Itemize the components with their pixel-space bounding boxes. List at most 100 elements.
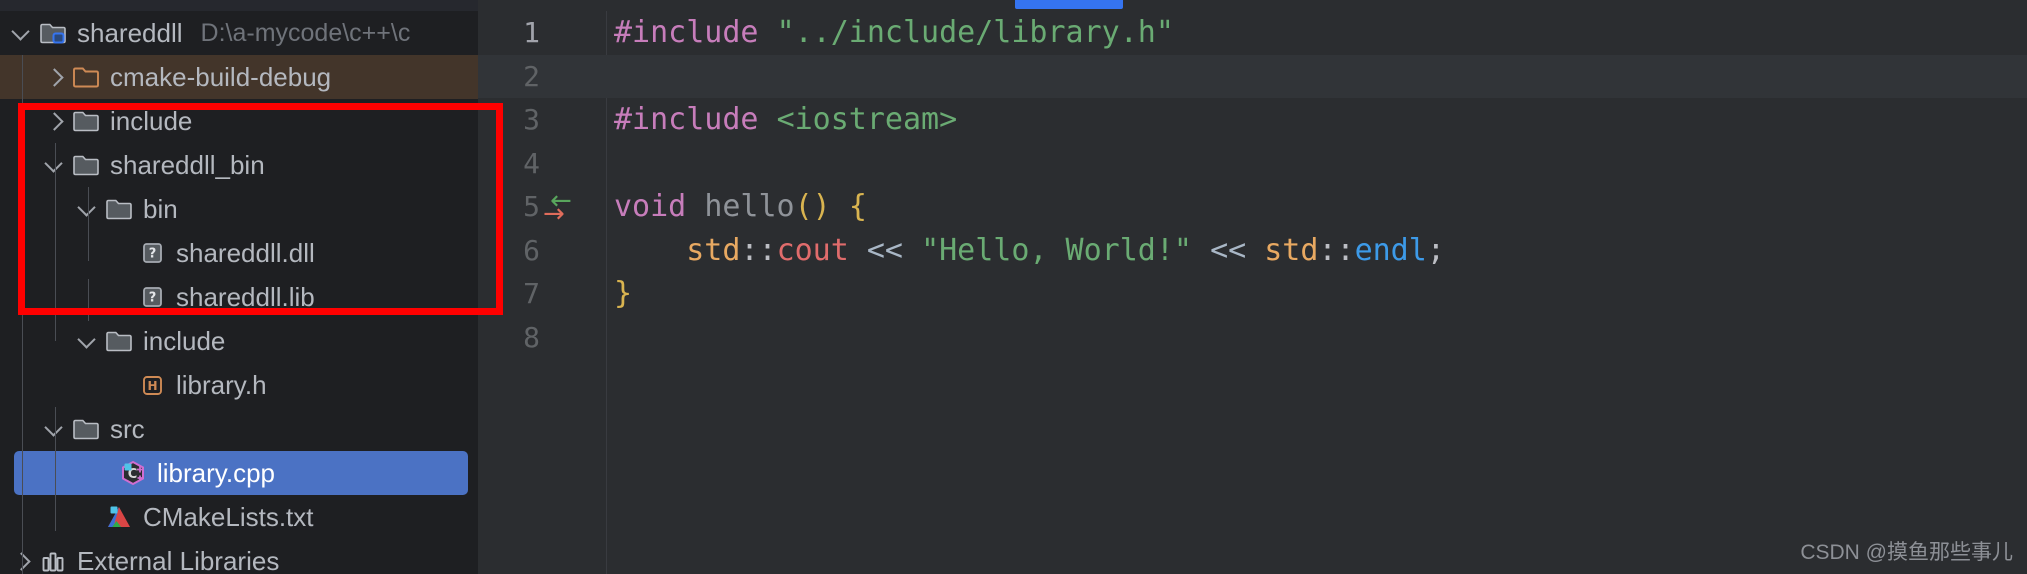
tree-item-label: include <box>110 105 193 136</box>
code-line-text: std::cout << "Hello, World!" << std::end… <box>614 229 1445 273</box>
code-line-text: #include <iostream> <box>614 98 957 142</box>
code-line[interactable]: 7} <box>478 272 2027 316</box>
chevron-placeholder-icon <box>74 504 100 530</box>
unknown-file-icon: ? <box>137 238 167 268</box>
chevron-down-icon[interactable] <box>74 196 100 222</box>
tree-item-label: include <box>143 325 226 356</box>
code-line[interactable]: 3 #include <iostream> <box>478 98 2027 142</box>
cpp-file-icon: C <box>118 458 148 488</box>
folder-icon <box>104 326 134 356</box>
svg-text:?: ? <box>149 247 157 262</box>
top-strip <box>0 0 2027 11</box>
tree-item-external-libraries[interactable]: External Libraries <box>0 539 478 574</box>
tree-item-library-h[interactable]: Hlibrary.h <box>0 363 478 407</box>
code-token: :: <box>1318 232 1355 268</box>
code-line-text: } <box>614 272 632 316</box>
tree-item-label: library.h <box>176 369 267 400</box>
line-number: 6 <box>523 233 540 267</box>
tree-item-shareddll-lib[interactable]: ? shareddll.lib <box>0 275 478 319</box>
tree-item-label: library.cpp <box>157 457 276 488</box>
chevron-placeholder-icon <box>107 284 133 310</box>
code-token: cout <box>776 232 849 268</box>
code-line[interactable]: 5 ← → void hello() { <box>478 185 2027 229</box>
implemented-method-arrow-icon[interactable]: → <box>543 201 565 227</box>
tree-item-shareddll[interactable]: shareddll D:\a-mycode\c++\c <box>0 11 478 55</box>
chevron-down-icon[interactable] <box>41 152 67 178</box>
ide-window: shareddll D:\a-mycode\c++\c cmake-build-de… <box>0 0 2027 574</box>
folder-excluded-icon <box>71 62 101 92</box>
chevron-down-icon[interactable] <box>41 416 67 442</box>
tree-item-bin-include[interactable]: include <box>0 319 478 363</box>
project-module-folder-icon <box>38 18 68 48</box>
tree-item-library-cpp[interactable]: Clibrary.cpp <box>14 451 468 495</box>
folder-icon <box>104 194 134 224</box>
chevron-right-icon[interactable] <box>8 548 34 574</box>
code-token: #include <box>614 15 777 50</box>
tree-item-label: shareddll.dll <box>176 237 315 268</box>
code-token: hello <box>704 189 795 224</box>
tree-guide-line <box>55 143 56 341</box>
code-token: { <box>848 189 867 224</box>
tree-guide-line <box>88 279 89 321</box>
code-token: endl <box>1354 232 1427 268</box>
folder-icon <box>71 414 101 444</box>
code-token: } <box>614 276 633 311</box>
code-line[interactable]: 8 <box>478 316 2027 360</box>
code-token: () <box>794 189 831 224</box>
tree-item-label: cmake-build-debug <box>110 61 332 92</box>
svg-text:?: ? <box>149 291 157 306</box>
tree-guide-line <box>55 407 56 531</box>
code-content[interactable]: 1 #include "../include/library.h" 2 3 #inclu… <box>478 11 2027 574</box>
watermark: CSDN @摸鱼那些事儿 <box>1800 541 2013 564</box>
folder-icon <box>71 150 101 180</box>
chevron-down-icon[interactable] <box>74 328 100 354</box>
code-token: << <box>1210 232 1247 268</box>
tree-item-cmakelists-txt[interactable]: CMakeLists.txt <box>0 495 478 539</box>
line-number: 4 <box>523 146 540 180</box>
code-token: << <box>866 232 903 268</box>
tree-item-shareddll_bin[interactable]: shareddll_bin <box>0 143 478 187</box>
code-line-text: #include "../include/library.h" <box>614 11 1174 55</box>
svg-text:H: H <box>147 379 157 393</box>
tree-item-include[interactable]: include <box>0 99 478 143</box>
tree-item-label: src <box>110 413 145 444</box>
tree-guide-line <box>88 187 89 261</box>
tree-item-label: shareddll.lib <box>176 281 315 312</box>
code-token: "Hello, World!" <box>921 232 1192 268</box>
line-number: 2 <box>523 59 540 93</box>
chevron-down-icon[interactable] <box>8 20 34 46</box>
tree-item-label: shareddll_bin <box>110 149 265 180</box>
tree-item-label: External Libraries <box>77 545 280 574</box>
code-line[interactable]: 6 std::cout << "Hello, World!" << std::e… <box>478 229 2027 273</box>
unknown-file-icon: ? <box>137 282 167 312</box>
code-line-text: void hello() { <box>614 185 867 229</box>
tree-item-src[interactable]: src <box>0 407 478 451</box>
code-line[interactable]: 4 <box>478 142 2027 186</box>
code-token: ; <box>1426 232 1445 268</box>
active-tab-underline <box>1015 0 1123 9</box>
tree-item-bin[interactable]: bin <box>0 187 478 231</box>
line-number: 1 <box>523 16 540 49</box>
tree-item-cmake-build-debug[interactable]: cmake-build-debug <box>0 55 478 99</box>
line-number: 3 <box>523 103 540 136</box>
project-tool-window[interactable]: shareddll D:\a-mycode\c++\c cmake-build-de… <box>0 11 478 574</box>
chevron-right-icon[interactable] <box>41 64 67 90</box>
code-token: std <box>686 232 741 268</box>
tree-item-label: shareddll <box>77 17 183 48</box>
header-file-icon: H <box>137 370 167 400</box>
gutter-implementing-overriding-method-marker[interactable]: ← → <box>542 185 594 229</box>
line-number: 7 <box>523 277 540 310</box>
code-token: "../include/library.h" <box>776 15 1174 50</box>
chevron-right-icon[interactable] <box>41 108 67 134</box>
folder-icon <box>71 106 101 136</box>
code-line[interactable]: 1 #include "../include/library.h" <box>478 11 2027 55</box>
tree-item-shareddll-dll[interactable]: ? shareddll.dll <box>0 231 478 275</box>
code-line[interactable]: 2 <box>478 54 2027 98</box>
code-editor[interactable]: 1 #include "../include/library.h" 2 3 #inclu… <box>478 11 2027 574</box>
line-number: 5 <box>523 190 540 223</box>
toolwindow-header-strip <box>0 0 478 11</box>
